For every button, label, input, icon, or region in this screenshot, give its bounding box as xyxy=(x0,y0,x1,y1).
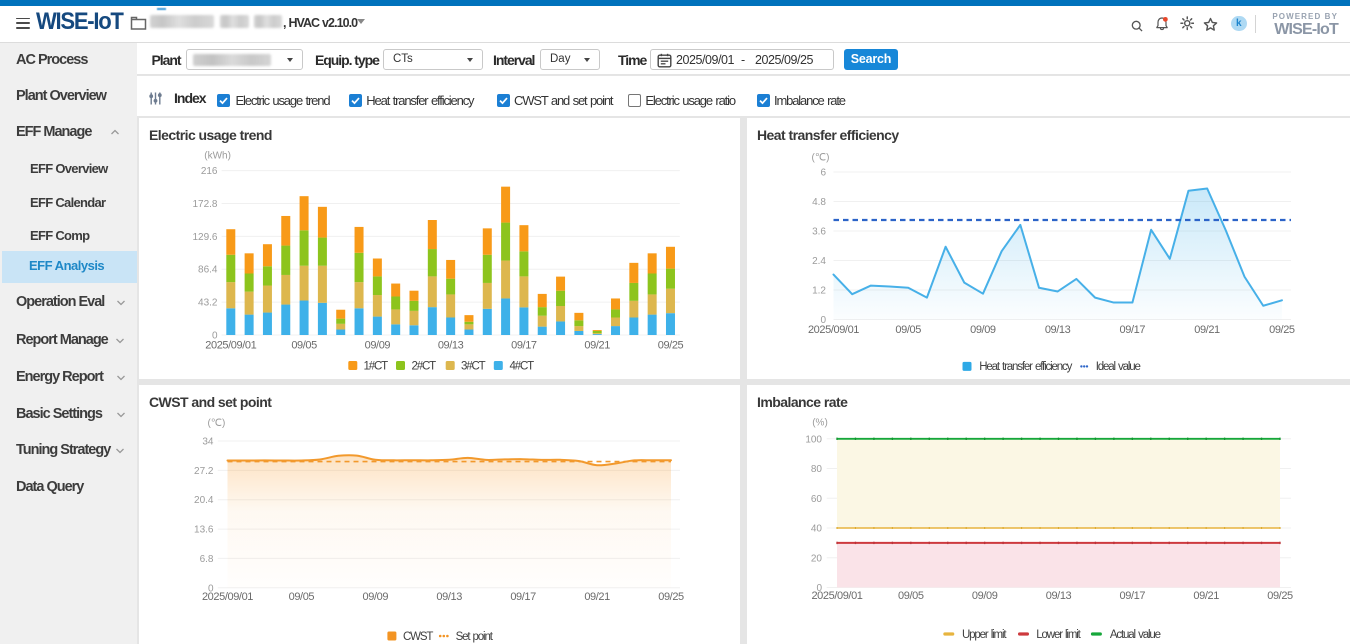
svg-text:09/17: 09/17 xyxy=(1120,324,1146,336)
svg-text:(kWh): (kWh) xyxy=(204,151,231,162)
svg-text:4.8: 4.8 xyxy=(812,197,826,208)
svg-text:09/17: 09/17 xyxy=(511,340,537,352)
svg-text:09/05: 09/05 xyxy=(291,340,317,352)
svg-text:Upper limit: Upper limit xyxy=(962,629,1007,641)
svg-text:2025/09/01: 2025/09/01 xyxy=(202,591,253,603)
svg-text:60: 60 xyxy=(811,494,823,505)
svg-text:2025/09/01: 2025/09/01 xyxy=(808,324,859,336)
svg-text:1#CT: 1#CT xyxy=(364,361,389,373)
svg-text:09/21: 09/21 xyxy=(584,591,610,603)
svg-text:09/21: 09/21 xyxy=(584,340,610,352)
svg-text:2.4: 2.4 xyxy=(812,256,826,267)
svg-text:100: 100 xyxy=(805,434,822,445)
svg-text:09/09: 09/09 xyxy=(363,591,389,603)
svg-text:09/05: 09/05 xyxy=(895,324,921,336)
svg-text:27.2: 27.2 xyxy=(194,466,214,477)
svg-text:2#CT: 2#CT xyxy=(412,361,437,373)
svg-text:2025/09/01: 2025/09/01 xyxy=(205,340,256,352)
svg-text:Lower limit: Lower limit xyxy=(1036,629,1081,641)
svg-text:09/25: 09/25 xyxy=(658,340,684,352)
svg-text:6: 6 xyxy=(820,168,826,179)
svg-text:20.4: 20.4 xyxy=(194,495,214,506)
svg-text:09/13: 09/13 xyxy=(436,591,462,603)
svg-text:09/25: 09/25 xyxy=(1267,590,1293,602)
svg-text:6.8: 6.8 xyxy=(200,554,214,565)
svg-text:Heat transfer efficiency: Heat transfer efficiency xyxy=(979,361,1072,373)
svg-text:09/09: 09/09 xyxy=(972,590,998,602)
svg-text:09/09: 09/09 xyxy=(365,340,391,352)
svg-text:09/13: 09/13 xyxy=(1046,590,1072,602)
svg-text:13.6: 13.6 xyxy=(194,525,214,536)
svg-text:(%): (%) xyxy=(812,418,828,429)
svg-text:09/25: 09/25 xyxy=(658,591,684,603)
svg-text:1.2: 1.2 xyxy=(812,286,826,297)
svg-text:09/05: 09/05 xyxy=(898,590,924,602)
svg-text:09/05: 09/05 xyxy=(289,591,315,603)
svg-text:(℃): (℃) xyxy=(207,418,225,429)
svg-text:80: 80 xyxy=(811,464,823,475)
svg-text:09/21: 09/21 xyxy=(1194,324,1220,336)
svg-text:09/17: 09/17 xyxy=(1120,590,1146,602)
svg-text:3#CT: 3#CT xyxy=(461,361,486,373)
svg-text:Actual value: Actual value xyxy=(1110,629,1161,641)
svg-text:09/21: 09/21 xyxy=(1193,590,1219,602)
svg-text:34: 34 xyxy=(202,437,214,448)
svg-text:86.4: 86.4 xyxy=(198,265,218,276)
svg-text:3.6: 3.6 xyxy=(812,227,826,238)
svg-text:09/17: 09/17 xyxy=(510,591,536,603)
svg-text:172.8: 172.8 xyxy=(192,199,217,210)
svg-text:CWST: CWST xyxy=(403,631,433,643)
svg-text:09/09: 09/09 xyxy=(970,324,996,336)
svg-text:216: 216 xyxy=(201,166,218,177)
svg-text:2025/09/01: 2025/09/01 xyxy=(811,590,862,602)
svg-text:09/13: 09/13 xyxy=(1045,324,1071,336)
svg-text:40: 40 xyxy=(811,524,823,535)
svg-text:09/13: 09/13 xyxy=(438,340,464,352)
svg-text:Set point: Set point xyxy=(456,631,494,643)
svg-text:43.2: 43.2 xyxy=(198,298,218,309)
svg-text:4#CT: 4#CT xyxy=(510,361,535,373)
svg-text:Ideal value: Ideal value xyxy=(1096,361,1141,373)
svg-text:(℃): (℃) xyxy=(812,153,830,164)
svg-text:09/25: 09/25 xyxy=(1269,324,1295,336)
svg-text:20: 20 xyxy=(811,553,823,564)
svg-text:129.6: 129.6 xyxy=(192,232,217,243)
